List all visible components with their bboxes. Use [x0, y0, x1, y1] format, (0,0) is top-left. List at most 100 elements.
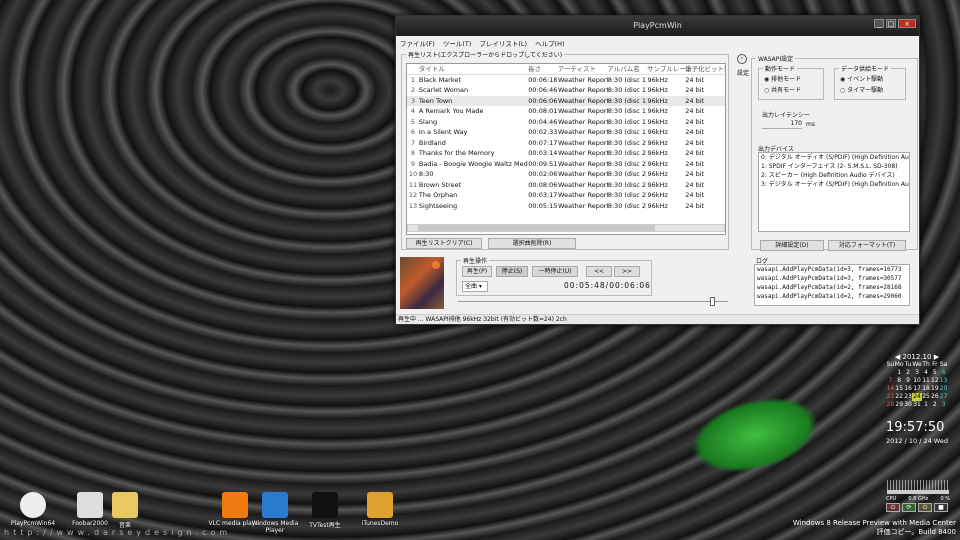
- delete-selected-button[interactable]: 選択曲削除(R): [488, 238, 576, 249]
- clear-playlist-button[interactable]: 再生リストクリア(C): [406, 238, 482, 249]
- column-header[interactable]: アルバム名: [607, 64, 647, 74]
- calendar-day[interactable]: 7: [886, 377, 895, 385]
- minimize-button[interactable]: _: [874, 19, 884, 28]
- calendar-day[interactable]: 16: [904, 385, 913, 393]
- stop-button[interactable]: 停止(S): [496, 266, 528, 277]
- table-row[interactable]: 2 Scarlet Woman 00:06:46 Weather Report 8:30…: [407, 85, 725, 96]
- calendar-day[interactable]: 15: [895, 385, 904, 393]
- calendar-day[interactable]: 27: [939, 393, 948, 401]
- collapse-settings-icon[interactable]: ›: [737, 54, 747, 64]
- table-cell: 00:05:15: [528, 201, 558, 210]
- calendar-day[interactable]: 22: [895, 393, 904, 401]
- calendar-day[interactable]: 4: [922, 369, 931, 377]
- column-header[interactable]: 長さ: [528, 64, 558, 74]
- play-button[interactable]: 再生(P): [462, 266, 492, 277]
- desktop-icon[interactable]: iTunesDemo: [350, 492, 410, 527]
- calendar-day[interactable]: 8: [895, 377, 904, 385]
- device-item[interactable]: 0: デジタル オーディオ (S/PDIF) (High Definition …: [759, 153, 909, 162]
- playlist-hscrollbar[interactable]: [407, 224, 725, 232]
- calendar-day[interactable]: 9: [904, 377, 913, 385]
- calendar-day[interactable]: 10: [912, 377, 921, 385]
- radio-option[interactable]: ◉ 排他モード: [764, 74, 801, 85]
- table-row[interactable]: 1 Black Market 00:06:18 Weather Report 8:30 …: [407, 75, 725, 86]
- calendar-day[interactable]: 31: [912, 401, 921, 409]
- supported-format-button[interactable]: 対応フォーマット(T): [828, 240, 906, 251]
- lock-icon[interactable]: ■: [934, 503, 948, 512]
- column-header[interactable]: 量子化ビット数: [685, 64, 725, 74]
- maximize-button[interactable]: □: [886, 19, 896, 28]
- table-row[interactable]: 3 Teen Town 00:06:06 Weather Report 8:30 (di…: [407, 95, 725, 106]
- device-item[interactable]: 1: SPDIF インターフェイス (2- S.M.S.L. SD-308): [759, 162, 909, 171]
- title-bar[interactable]: PlayPcmWin: [396, 16, 919, 36]
- calendar-day[interactable]: 18: [922, 385, 931, 393]
- calendar-day[interactable]: 28: [886, 401, 895, 409]
- sleep-icon[interactable]: ⏻: [918, 503, 932, 512]
- column-header[interactable]: アーティスト: [558, 64, 608, 74]
- calendar-day[interactable]: 29: [895, 401, 904, 409]
- prev-button[interactable]: <<: [586, 266, 612, 277]
- calendar-day[interactable]: 2: [930, 401, 939, 409]
- calendar-day[interactable]: 25: [922, 393, 931, 401]
- calendar-day[interactable]: 13: [939, 377, 948, 385]
- calendar-day[interactable]: 2: [904, 369, 913, 377]
- calendar-day[interactable]: 5: [930, 369, 939, 377]
- device-list[interactable]: 0: デジタル オーディオ (S/PDIF) (High Definition …: [758, 152, 910, 232]
- table-row[interactable]: 5 Slang 00:04:46 Weather Report 8:30 (disc 1…: [407, 117, 725, 128]
- table-row[interactable]: 4A Remark You Made 00:08:01 Weather Report…: [407, 106, 725, 117]
- calendar-day[interactable]: 26: [930, 393, 939, 401]
- pause-button[interactable]: 一時停止(U): [532, 266, 578, 277]
- restart-icon[interactable]: ⟳: [902, 503, 916, 512]
- device-item[interactable]: 2: スピーカー (High Definition Audio デバイス): [759, 171, 909, 180]
- table-row[interactable]: 6 In a Silent Way 00:02:33 Weather Report 8:…: [407, 127, 725, 138]
- menu-item[interactable]: プレイリスト(L): [479, 38, 527, 49]
- calendar-day[interactable]: 3: [912, 369, 921, 377]
- prev-month-icon[interactable]: ◀: [895, 353, 900, 361]
- column-header[interactable]: タイトル: [419, 64, 528, 74]
- menu-item[interactable]: ファイル(F): [400, 38, 435, 49]
- calendar-day[interactable]: 17: [912, 385, 921, 393]
- log-list[interactable]: wasapi.AddPlayPcmData(id=3, frames=16773…: [754, 264, 910, 306]
- calendar-day[interactable]: 21: [886, 393, 895, 401]
- radio-option[interactable]: ○ 共有モード: [764, 85, 801, 96]
- calendar-day[interactable]: 24: [912, 393, 922, 401]
- play-mode-select[interactable]: 全曲 ▾: [462, 281, 488, 292]
- calendar-day[interactable]: 14: [886, 385, 895, 393]
- calendar-day[interactable]: 30: [904, 401, 913, 409]
- table-row[interactable]: 7 Birdland 00:07:17 Weather Report 8:30 (dis…: [407, 138, 725, 149]
- desktop-icon[interactable]: TVTest再生: [295, 492, 355, 529]
- desktop-icon[interactable]: 音楽: [95, 492, 155, 529]
- table-row[interactable]: 10 8:30 00:02:06 Weather Report 8:30 (disc 2…: [407, 169, 725, 180]
- desktop-icon[interactable]: PlayPcmWin64: [3, 492, 63, 527]
- close-button[interactable]: ×: [898, 19, 916, 28]
- calendar-day[interactable]: 1: [922, 401, 931, 409]
- radio-option[interactable]: ○ タイマー駆動: [840, 85, 883, 96]
- calendar-day[interactable]: 6: [939, 369, 948, 377]
- next-button[interactable]: >>: [614, 266, 640, 277]
- column-header[interactable]: サンプルレート: [647, 64, 692, 74]
- calendar-day[interactable]: 20: [939, 385, 948, 393]
- calendar-day[interactable]: [886, 369, 895, 377]
- calendar-day[interactable]: 12: [930, 377, 939, 385]
- table-cell: 2: [410, 86, 416, 94]
- menu-item[interactable]: ヘルプ(H): [535, 38, 564, 49]
- calendar-day[interactable]: 23: [904, 393, 913, 401]
- calendar-day[interactable]: 3: [939, 401, 948, 409]
- table-row[interactable]: 12 The Orphan 00:03:17 Weather Report 8:30 (…: [407, 190, 725, 201]
- detail-settings-button[interactable]: 詳細設定(D): [760, 240, 824, 251]
- calendar-day[interactable]: 1: [895, 369, 904, 377]
- playlist-table[interactable]: タイトル 長さ アーティスト アルバム名 サンプルレート 量子化ビット数 1 Black Ma…: [406, 63, 726, 235]
- table-row[interactable]: 11 Brown Street 00:08:06 Weather Report 8:30…: [407, 180, 725, 191]
- seek-slider[interactable]: [458, 297, 728, 306]
- latency-input[interactable]: 170: [762, 120, 802, 129]
- device-item[interactable]: 3: デジタル オーディオ (S/PDIF) (High Definition …: [759, 180, 909, 189]
- calendar-day[interactable]: 11: [922, 377, 931, 385]
- calendar-day[interactable]: 19: [930, 385, 939, 393]
- radio-option[interactable]: ◉ イベント駆動: [840, 74, 883, 85]
- table-row[interactable]: 9 Badia - Boogie Woogie Waltz Medley 00:09…: [407, 159, 725, 170]
- next-month-icon[interactable]: ▶: [934, 353, 939, 361]
- shutdown-icon[interactable]: ⏻: [886, 503, 900, 512]
- column-header[interactable]: [407, 64, 419, 74]
- table-row[interactable]: 13 Sightseeing 00:05:15 Weather Report 8:30 …: [407, 201, 725, 212]
- table-row[interactable]: 8 Thanks for the Memory 00:03:14 Weather Re…: [407, 148, 725, 159]
- menu-item[interactable]: ツール(T): [443, 38, 472, 49]
